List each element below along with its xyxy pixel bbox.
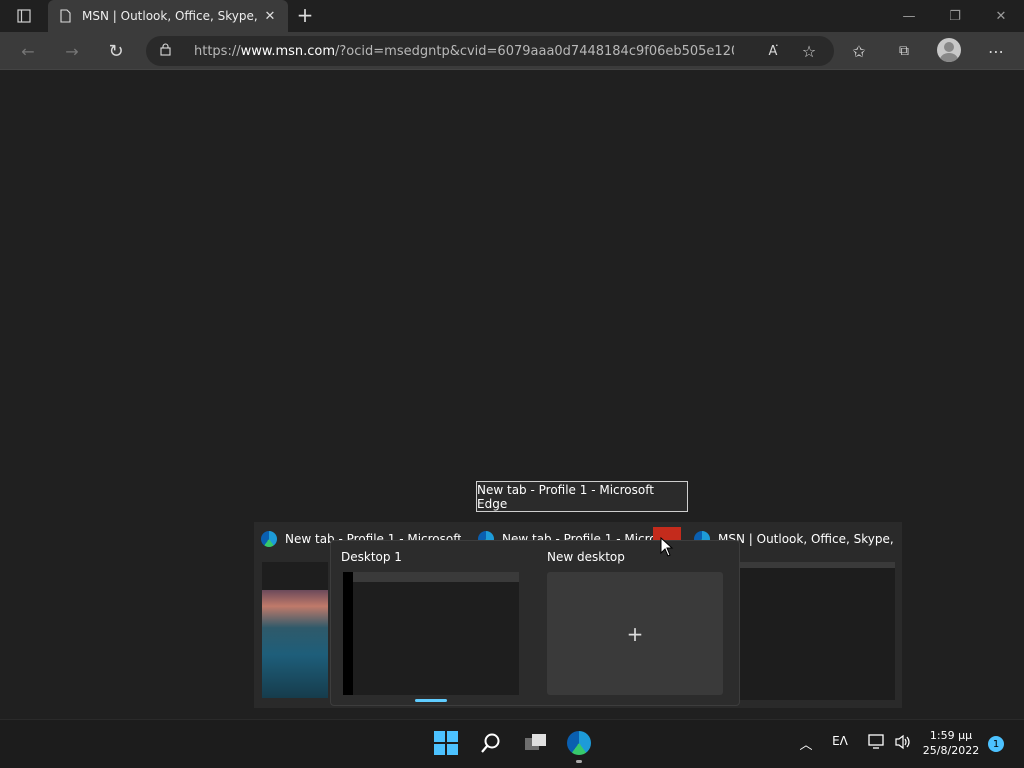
tooltip: New tab - Profile 1 - Microsoft Edge bbox=[476, 481, 688, 512]
add-favorite-icon[interactable]: ☆ bbox=[796, 38, 822, 64]
new-desktop-button[interactable]: + bbox=[547, 572, 723, 695]
profile-icon[interactable] bbox=[937, 38, 961, 62]
forward-button[interactable]: → bbox=[59, 38, 85, 64]
start-button[interactable] bbox=[431, 728, 461, 758]
restore-button[interactable]: ❐ bbox=[932, 0, 978, 32]
edge-icon bbox=[567, 731, 591, 755]
desktop-1-thumbnail[interactable] bbox=[343, 572, 519, 695]
tab-actions-icon[interactable] bbox=[12, 6, 36, 26]
collections-icon[interactable]: ⧉ bbox=[891, 38, 917, 64]
close-window-button[interactable]: ✕ bbox=[978, 0, 1024, 32]
new-desktop-label: New desktop bbox=[547, 550, 625, 564]
clock[interactable]: 1:59 μμ 25/8/2022 bbox=[916, 728, 986, 758]
favorites-icon[interactable]: ✩ bbox=[846, 38, 872, 64]
close-tab-icon[interactable]: ✕ bbox=[262, 9, 278, 24]
desktop-1-label: Desktop 1 bbox=[341, 550, 402, 564]
network-icon[interactable] bbox=[866, 734, 888, 750]
show-hidden-icons-button[interactable]: ︿ bbox=[796, 734, 816, 753]
minimize-button[interactable]: — bbox=[886, 0, 932, 32]
search-button[interactable] bbox=[476, 728, 506, 758]
preview-thumbnail-1[interactable] bbox=[262, 562, 328, 698]
edge-icon bbox=[261, 531, 277, 547]
task-view-button[interactable] bbox=[521, 728, 551, 758]
date-text: 25/8/2022 bbox=[922, 744, 980, 757]
read-aloud-icon[interactable]: A͘ bbox=[760, 38, 786, 64]
running-indicator bbox=[576, 760, 582, 763]
active-desktop-indicator bbox=[415, 699, 447, 702]
task-view-icon bbox=[525, 734, 546, 750]
more-icon[interactable]: ⋯ bbox=[983, 38, 1009, 64]
tab-title: MSN | Outlook, Office, Skype, Bing bbox=[82, 9, 262, 23]
start-icon bbox=[434, 731, 458, 755]
language-indicator[interactable]: ΕΛ bbox=[828, 734, 852, 748]
lock-icon[interactable] bbox=[160, 43, 180, 59]
search-icon bbox=[481, 733, 500, 753]
browser-tab-active[interactable]: MSN | Outlook, Office, Skype, Bing ✕ bbox=[48, 0, 288, 32]
preview-thumbnail-3[interactable] bbox=[740, 562, 895, 700]
time-text: 1:59 μμ bbox=[929, 729, 973, 742]
new-tab-button[interactable]: + bbox=[294, 5, 316, 27]
mouse-cursor-icon bbox=[660, 536, 674, 557]
notification-badge[interactable]: 1 bbox=[988, 736, 1004, 752]
url-text: https://www.msn.com/?ocid=msedgntp&cvid=… bbox=[194, 43, 734, 59]
page-icon bbox=[58, 8, 72, 24]
volume-icon[interactable] bbox=[892, 734, 914, 750]
plus-icon: + bbox=[626, 621, 644, 646]
address-bar[interactable]: https://www.msn.com/?ocid=msedgntp&cvid=… bbox=[146, 36, 834, 66]
refresh-button[interactable]: ↻ bbox=[103, 38, 129, 64]
edge-taskbar-button[interactable] bbox=[564, 728, 594, 758]
back-button[interactable]: ← bbox=[15, 38, 41, 64]
